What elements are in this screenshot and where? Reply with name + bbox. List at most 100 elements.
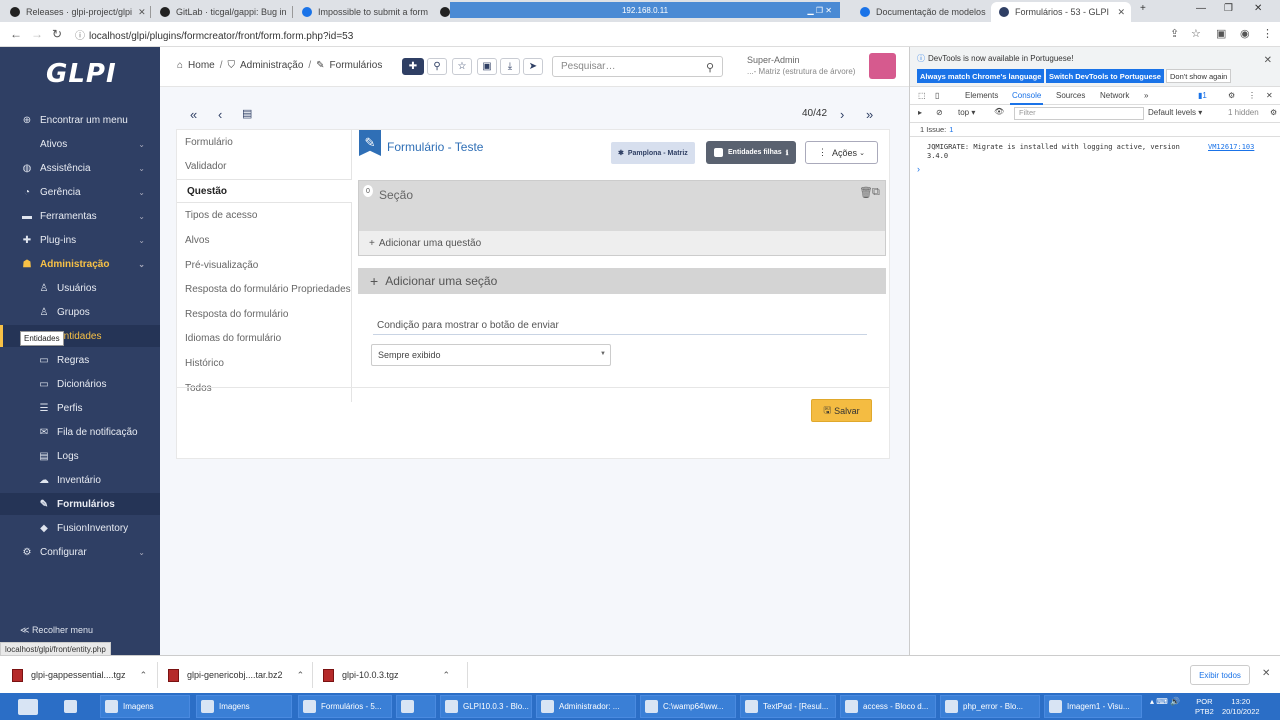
condition-select[interactable]: Sempre exibido ▼ [371, 344, 611, 366]
close-icon[interactable]: ✕ [132, 7, 146, 18]
close-icon[interactable]: ✕ [1111, 7, 1125, 18]
child-entities-toggle[interactable]: Entidades filhas ℹ [706, 141, 797, 164]
browser-tab-releases[interactable]: Releases · glpi-project/glpi ✕ [2, 2, 150, 22]
taskbar-app[interactable]: Imagens [100, 695, 190, 718]
taskbar-app[interactable]: TextPad - [Resul... [740, 695, 836, 718]
form-tab[interactable]: Todos [177, 376, 352, 400]
taskbar-app[interactable]: Formulários - 5... [298, 695, 392, 718]
task-view-button[interactable] [60, 695, 84, 718]
form-tab[interactable]: Alvos [177, 228, 352, 252]
chevron-up-icon[interactable]: ⌃ [443, 670, 451, 681]
form-tab[interactable]: Tipos de acesso [177, 204, 352, 228]
last-page-icon[interactable]: » [866, 107, 873, 122]
download-item[interactable]: glpi-genericobj....tar.bz2 ⌃ [168, 666, 304, 684]
search-icon[interactable]: ⚲ [706, 61, 714, 74]
sidebar-item-invent-rio[interactable]: ☁ Inventário [0, 469, 160, 491]
form-tab[interactable]: Pré-visualização [177, 253, 352, 277]
form-tab[interactable]: Histórico [177, 351, 352, 375]
taskbar-app[interactable]: C:\wamp64\ww... [640, 695, 736, 718]
user-info[interactable]: Super-Admin ...- Matriz (estrutura de ár… [747, 55, 855, 76]
share-icon[interactable]: ⇪ [1170, 27, 1179, 40]
sidepanel-icon[interactable]: ▣ [1216, 27, 1226, 40]
sidebar-toggle-icon[interactable]: ▸ [918, 108, 922, 117]
taskbar-app[interactable]: Administrador: ... [536, 695, 636, 718]
first-page-icon[interactable]: « [190, 107, 197, 122]
tab-network[interactable]: Network [1100, 91, 1129, 100]
trash-icon[interactable]: 🗑 [859, 186, 873, 199]
sidebar-item-ferramentas[interactable]: ▬ Ferramentas ⌄ [0, 205, 160, 227]
browser-tab-formularios[interactable]: Formulários - 53 - GLPI ✕ [991, 2, 1131, 22]
form-tab[interactable]: Resposta do formulário Propriedades [177, 278, 352, 302]
sidebar-item-ativos[interactable]: Ativos ⌄ [0, 133, 160, 155]
sidebar-item-assist-ncia[interactable]: ◍ Assistência ⌄ [0, 157, 160, 179]
inspect-icon[interactable]: ⬚ [918, 91, 926, 100]
back-icon[interactable]: ← [10, 27, 22, 41]
taskbar-app[interactable] [396, 695, 436, 718]
chevron-up-icon[interactable]: ⌃ [297, 670, 305, 681]
sidebar-item-configurar[interactable]: ⚙ Configurar ⌄ [0, 541, 160, 563]
sidebar-item-fila-de-notifica-o[interactable]: ✉ Fila de notificação [0, 421, 160, 443]
close-icon[interactable]: ✕ [428, 7, 430, 18]
issues-badge-icon[interactable]: ▮1 [1198, 91, 1207, 100]
taskbar-app[interactable]: php_error - Blo... [940, 695, 1040, 718]
settings-icon[interactable]: ⚙ [1228, 91, 1235, 100]
form-tab[interactable]: Validador [177, 155, 352, 179]
collapse-menu[interactable]: ≪ Recolher menu [20, 625, 93, 636]
more-tabs-icon[interactable]: » [1144, 91, 1148, 100]
filter-input[interactable]: Filter [1014, 107, 1144, 120]
section-title[interactable]: Seção [379, 188, 413, 202]
chevron-up-icon[interactable]: ⌃ [140, 670, 148, 681]
sidebar-item-logs[interactable]: ▤ Logs [0, 445, 160, 467]
form-tab[interactable]: Resposta do formulário [177, 302, 352, 326]
window-controls-icon[interactable]: ▁ ❐ ✕ [808, 6, 832, 15]
crumb-forms[interactable]: Formulários [330, 60, 383, 71]
form-tab[interactable]: Idiomas do formulário [177, 327, 352, 351]
form-tab[interactable]: Formulário [177, 130, 352, 154]
download-item[interactable]: glpi-10.0.3.tgz ⌃ [323, 666, 450, 684]
avatar[interactable] [869, 53, 896, 79]
forward-icon[interactable]: → [31, 27, 43, 41]
show-all-button[interactable]: Exibir todos [1190, 665, 1250, 685]
download-item[interactable]: glpi-gappessential....tgz ⌃ [12, 666, 147, 684]
form-tab[interactable]: Questão [177, 179, 352, 204]
bookmark-button[interactable]: ☆ [452, 58, 472, 75]
sidebar-item-perfis[interactable]: ☰ Perfis [0, 397, 160, 419]
browser-tab-impossible[interactable]: Impossible to submit a form ✕ [294, 2, 430, 22]
browser-tab-gitlab[interactable]: GitLab · ticgal/gappi: Bug in ✕ [152, 2, 292, 22]
prev-page-icon[interactable]: ‹ [218, 107, 222, 122]
glpi-logo[interactable]: GLPI [46, 59, 117, 89]
sidebar-item-encontrar-um-menu[interactable]: ⊕ Encontrar um menu [0, 109, 160, 131]
browser-tab-docs[interactable]: Documentação de modelos ✕ [852, 2, 990, 22]
settings-icon[interactable]: ⚙ [1270, 108, 1277, 117]
taskbar-app[interactable]: Imagens [196, 695, 292, 718]
clock[interactable]: 13:20 20/10/2022 [1222, 697, 1260, 717]
sidebar-item-regras[interactable]: ▭ Regras [0, 349, 160, 371]
close-window-icon[interactable]: ✕ [1254, 3, 1262, 14]
add-button[interactable]: ✚ [402, 58, 424, 75]
template-button[interactable]: ▣ [477, 58, 497, 75]
sidebar-item-ger-ncia[interactable]: ◔ Gerência ⌄ [0, 181, 160, 203]
sidebar-item-formul-rios[interactable]: ✎ Formulários [0, 493, 160, 515]
import-button[interactable]: ⤓ [500, 58, 520, 75]
url-field[interactable]: ⓘ localhost/glpi/plugins/formcreator/fron… [75, 27, 353, 42]
sidebar-item-dicion-rios[interactable]: ▭ Dicionários [0, 373, 160, 395]
taskbar-app[interactable]: access - Bloco d... [840, 695, 936, 718]
send-button[interactable]: ➤ [523, 58, 543, 75]
close-icon[interactable]: ✕ [1266, 91, 1273, 100]
dont-show-button[interactable]: Don't show again [1166, 69, 1232, 83]
actions-button[interactable]: ⋮ Ações ⌄ [805, 141, 878, 164]
list-icon[interactable]: ▤ [242, 107, 252, 120]
tab-console[interactable]: Console [1009, 91, 1044, 105]
close-icon[interactable]: ✕ [1264, 55, 1272, 66]
levels-select[interactable]: Default levels ▾ [1148, 108, 1202, 117]
start-button[interactable] [14, 695, 44, 718]
tab-elements[interactable]: Elements [965, 91, 998, 100]
entity-badge[interactable]: ✱ Pamplona - Matriz [611, 142, 695, 164]
sidebar-item-administra-o[interactable]: ☗ Administração ⌄ [0, 253, 160, 275]
crumb-home[interactable]: Home [188, 60, 215, 71]
profile-icon[interactable]: ◉ [1240, 27, 1250, 40]
eye-icon[interactable]: 👁 [994, 107, 1004, 116]
maximize-icon[interactable]: ❐ [1224, 3, 1233, 14]
minimize-icon[interactable]: — [1196, 3, 1206, 14]
taskbar-app[interactable]: GLPI10.0.3 - Blo... [440, 695, 532, 718]
